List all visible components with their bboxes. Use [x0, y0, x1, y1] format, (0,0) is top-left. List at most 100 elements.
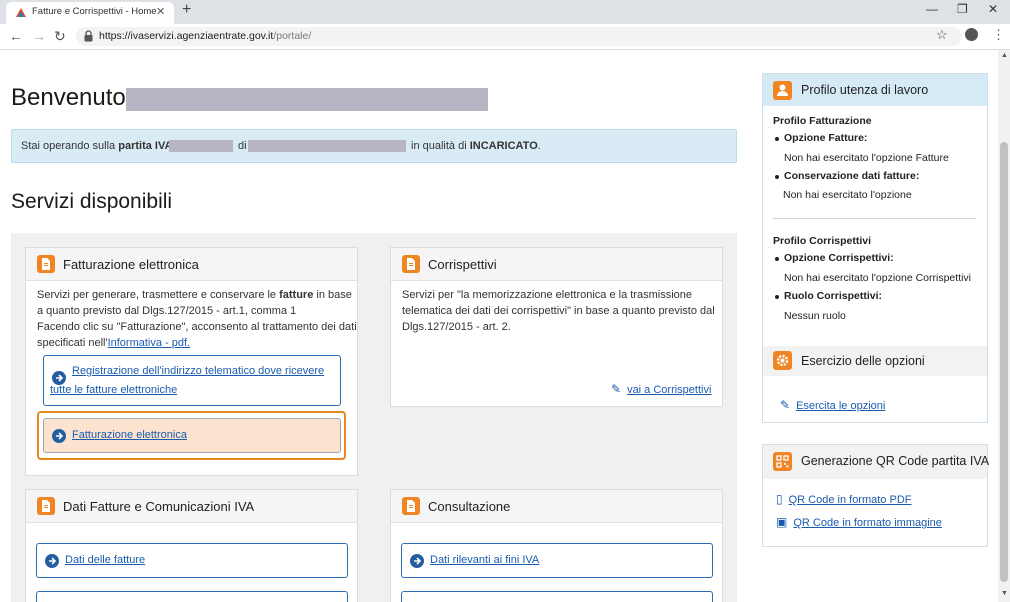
- qrcode-icon: [773, 452, 792, 471]
- card-corrispettivi: Corrispettivi Servizi per "la memorizzaz…: [390, 247, 723, 407]
- alert-text-end: in qualità di INCARICATO.: [411, 140, 541, 152]
- bullet: [775, 295, 779, 299]
- alert-text-di: di: [238, 140, 247, 152]
- menu-icon[interactable]: ⋮: [992, 27, 1005, 43]
- conservazione-label: Conservazione dati fatture:: [784, 170, 920, 182]
- dati-rilevanti-label: Dati rilevanti ai fini IVA: [430, 553, 540, 566]
- registrazione-line-1: Registrazione dell'indirizzo telematico …: [72, 365, 325, 377]
- bullet: [775, 175, 779, 179]
- profilo-fatturazione-heading: Profilo Fatturazione: [773, 115, 872, 127]
- url-text: https://ivaservizi.agenziaentrate.gov.it…: [99, 30, 312, 42]
- redacted-username: [126, 88, 488, 111]
- fatturazione-desc-3: Facendo clic su "Fatturazione", acconsen…: [37, 321, 357, 333]
- esercizio-title: Esercizio delle opzioni: [801, 354, 925, 368]
- ruolo-value: Nessun ruolo: [784, 310, 846, 322]
- opzione-corrispettivi-value: Non hai esercitato l'opzione Corrispetti…: [784, 272, 972, 284]
- corrispettivi-desc-2: telematica dei dati dei corrispettivi" i…: [402, 305, 715, 317]
- document-icon: [402, 255, 420, 273]
- esercizio-header: Esercizio delle opzioni: [763, 346, 987, 376]
- scroll-thumb[interactable]: [1000, 142, 1008, 582]
- image-file-icon: ▣: [776, 515, 788, 529]
- forward-icon[interactable]: →: [32, 28, 46, 44]
- card-header: Corrispettivi: [391, 248, 722, 281]
- vai-corrispettivi-link[interactable]: ✎ vai a Corrispettivi: [611, 382, 711, 396]
- alert-text-start: Stai operando sulla partita IVA: [21, 140, 173, 152]
- new-tab-icon[interactable]: +: [182, 1, 191, 19]
- browser-tab[interactable]: Fatture e Corrispettivi - Home ✕: [6, 2, 174, 24]
- scroll-up-icon[interactable]: ▲: [1001, 52, 1008, 59]
- operating-alert: Stai operando sulla partita IVA di in qu…: [11, 129, 737, 163]
- fatturazione-elettronica-button[interactable]: Fatturazione elettronica: [43, 418, 341, 453]
- user-icon: [773, 81, 792, 100]
- qrcode-panel: Generazione QR Code partita IVA ▯ QR Code…: [762, 444, 990, 547]
- gear-icon: [773, 351, 792, 370]
- fatturazione-button-label: Fatturazione elettronica: [72, 428, 187, 441]
- opzione-corrispettivi-label: Opzione Corrispettivi:: [784, 252, 894, 264]
- page-scrollbar[interactable]: ▲ ▼: [998, 50, 1010, 602]
- redacted-piva: [169, 140, 233, 152]
- conservazione-value: Non hai esercitato l'opzione: [783, 189, 912, 201]
- qrcode-image-link[interactable]: ▣ QR Code in formato immagine: [776, 515, 942, 529]
- bullet: [775, 257, 779, 261]
- scroll-down-icon[interactable]: ▼: [1001, 590, 1008, 597]
- star-icon[interactable]: ☆: [936, 27, 948, 43]
- card-header: Dati Fatture e Comunicazioni IVA: [26, 490, 357, 523]
- registrazione-indirizzo-button[interactable]: Registrazione dell'indirizzo telematico …: [43, 355, 341, 406]
- card-header: Consultazione: [391, 490, 722, 523]
- card-title: Consultazione: [428, 499, 511, 514]
- ruolo-label: Ruolo Corrispettivi:: [784, 290, 883, 302]
- arrow-right-icon: [45, 553, 59, 568]
- services-title: Servizi disponibili: [11, 190, 173, 213]
- minimize-icon[interactable]: —: [926, 2, 938, 16]
- qrcode-title: Generazione QR Code partita IVA: [801, 454, 990, 468]
- arrow-right-icon: [410, 553, 424, 568]
- redacted-company: [248, 140, 406, 152]
- close-window-icon[interactable]: ✕: [988, 2, 998, 16]
- maximize-icon[interactable]: ❐: [957, 2, 968, 16]
- url-field[interactable]: https://ivaservizi.agenziaentrate.gov.it…: [76, 27, 962, 46]
- edit-icon: ✎: [611, 382, 622, 396]
- profilo-panel: Profilo utenza di lavoro Profilo Fattura…: [762, 73, 988, 423]
- card-title: Dati Fatture e Comunicazioni IVA: [63, 499, 255, 514]
- card-title: Corrispettivi: [428, 257, 497, 272]
- fatturazione-desc-2: a quanto previsto dal Dlgs.127/2015 - ar…: [37, 305, 297, 317]
- document-icon: [37, 255, 55, 273]
- fatturazione-desc-1: Servizi per generare, trasmettere e cons…: [37, 289, 352, 301]
- divider: [773, 218, 976, 219]
- address-bar: ← → ↻ https://ivaservizi.agenziaentrate.…: [0, 24, 1010, 50]
- corrispettivi-desc-1: Servizi per "la memorizzazione elettroni…: [402, 289, 693, 301]
- lock-icon: [84, 30, 93, 42]
- document-icon: [37, 497, 55, 515]
- opzione-fatture-value: Non hai esercitato l'opzione Fatture: [784, 152, 949, 164]
- dati-fatture-button[interactable]: Dati delle fatture: [36, 543, 348, 578]
- registrazione-line-2: tutte le fatture elettroniche: [50, 384, 178, 396]
- back-icon[interactable]: ←: [9, 28, 23, 44]
- arrow-right-icon: [52, 428, 66, 443]
- browser-tabbar: Fatture e Corrispettivi - Home ✕ + — ❐ ✕: [0, 0, 1010, 24]
- document-icon: [402, 497, 420, 515]
- informativa-link[interactable]: Informativa - pdf.: [108, 337, 191, 349]
- page-content: Benvenuto, Stai operando sulla partita I…: [0, 50, 998, 602]
- edit-icon: ✎: [780, 398, 791, 412]
- opzione-fatture-label: Opzione Fatture:: [784, 132, 868, 144]
- fatturazione-desc-4: specificati nell'Informativa - pdf.: [37, 337, 191, 349]
- welcome-heading: Benvenuto,: [11, 84, 133, 111]
- favicon-icon: [16, 8, 26, 17]
- bullet: [775, 137, 779, 141]
- qrcode-pdf-link[interactable]: ▯ QR Code in formato PDF: [776, 492, 911, 506]
- reload-icon[interactable]: ↻: [54, 28, 66, 45]
- card-header: Fatturazione elettronica: [26, 248, 357, 281]
- profilo-header: Profilo utenza di lavoro: [763, 74, 987, 106]
- tab-title: Fatture e Corrispettivi - Home: [32, 6, 157, 17]
- profilo-title: Profilo utenza di lavoro: [801, 83, 929, 97]
- dati-fatture-second-button[interactable]: [36, 591, 348, 602]
- profile-icon[interactable]: [965, 28, 978, 41]
- dati-rilevanti-iva-button[interactable]: Dati rilevanti ai fini IVA: [401, 543, 713, 578]
- card-title: Fatturazione elettronica: [63, 257, 199, 272]
- qrcode-header: Generazione QR Code partita IVA: [763, 445, 990, 479]
- profilo-corrispettivi-heading: Profilo Corrispettivi: [773, 235, 872, 247]
- consultazione-second-button[interactable]: [401, 591, 713, 602]
- esercita-opzioni-link[interactable]: ✎ Esercita le opzioni: [780, 398, 885, 412]
- pdf-file-icon: ▯: [776, 492, 783, 506]
- tab-close-icon[interactable]: ✕: [156, 5, 165, 18]
